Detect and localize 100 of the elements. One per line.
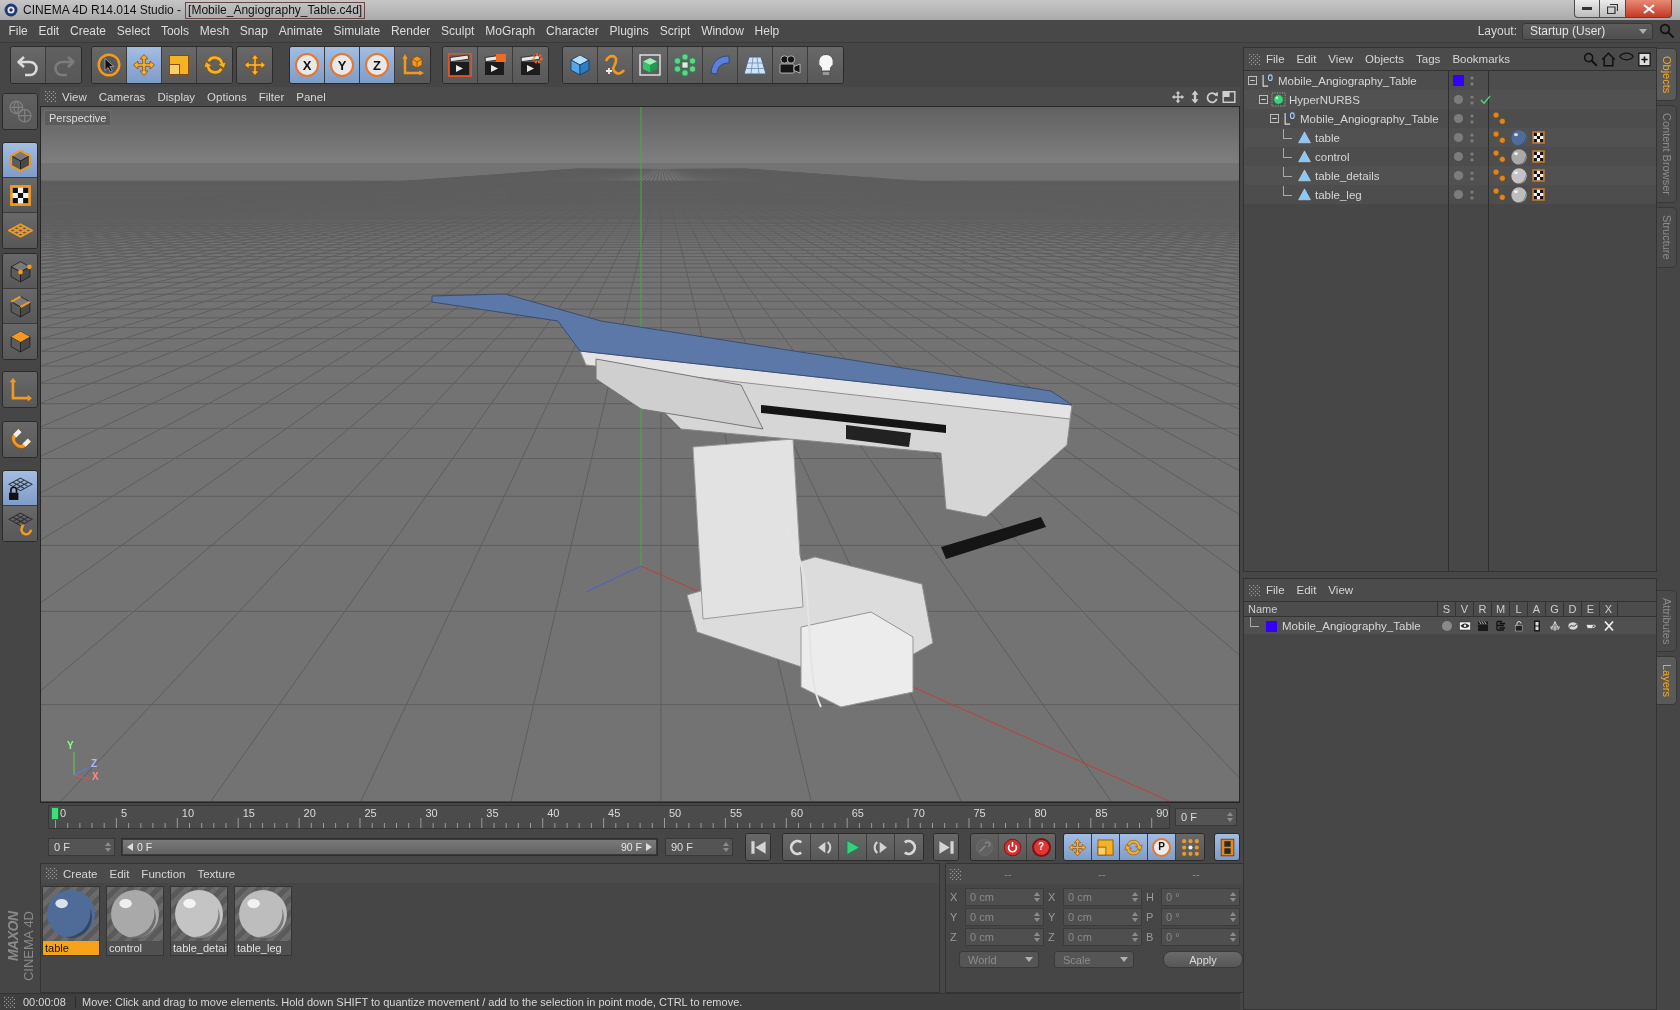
object-axis-button[interactable] xyxy=(3,372,37,407)
undo-button[interactable] xyxy=(11,47,46,83)
viewport-menu-item[interactable]: Display xyxy=(151,90,202,103)
column-header[interactable]: V xyxy=(1456,602,1474,616)
polygons-button[interactable] xyxy=(3,324,37,359)
layout-dropdown[interactable]: Startup (User) xyxy=(1522,22,1653,40)
object-row[interactable]: table xyxy=(1244,128,1656,147)
object-row[interactable]: Mobile_Angiography_Table xyxy=(1244,71,1656,90)
cloner-button[interactable] xyxy=(668,47,703,83)
cube-button[interactable] xyxy=(563,47,598,83)
column-header[interactable]: D xyxy=(1564,602,1582,616)
locked-workplane-button[interactable] xyxy=(3,471,37,506)
pla-button[interactable] xyxy=(1176,834,1204,860)
menu-item[interactable]: Simulate xyxy=(328,23,386,39)
model-button[interactable] xyxy=(3,143,37,178)
column-header[interactable]: X xyxy=(1600,602,1618,616)
viewport-menu-item[interactable]: Options xyxy=(201,90,253,103)
column-header[interactable]: G xyxy=(1546,602,1564,616)
viewport-menu-item[interactable]: Filter xyxy=(252,90,291,103)
side-tab[interactable]: Layers xyxy=(1657,656,1677,706)
camera-name-label[interactable]: Perspective xyxy=(44,110,112,126)
start-frame-field[interactable]: 0 F xyxy=(48,838,115,856)
camera-button[interactable] xyxy=(773,47,808,83)
menu-item[interactable]: Animate xyxy=(273,23,329,39)
object-menu-item[interactable]: Tags xyxy=(1410,53,1447,65)
material-swatch[interactable]: table xyxy=(42,886,100,956)
param-key-button[interactable]: P xyxy=(1148,834,1176,860)
go-end-button[interactable] xyxy=(934,834,958,860)
play-button[interactable] xyxy=(839,834,867,860)
recent-button[interactable] xyxy=(237,47,272,83)
material-swatch[interactable]: table_leg xyxy=(234,886,292,956)
viewport-menu-item[interactable]: Cameras xyxy=(92,90,152,103)
rotate-view-icon[interactable] xyxy=(1205,89,1219,104)
color-swatch-icon[interactable] xyxy=(1266,620,1277,632)
rotate-key-button[interactable] xyxy=(1120,834,1148,860)
light-button[interactable] xyxy=(808,47,843,83)
layer-menu-item[interactable]: Edit xyxy=(1290,584,1323,596)
material-menu-item[interactable]: Edit xyxy=(103,867,136,880)
column-header[interactable]: R xyxy=(1474,602,1492,616)
move-view-icon[interactable] xyxy=(1171,89,1185,104)
coord-system-button[interactable] xyxy=(395,47,430,83)
collapse-box-icon[interactable] xyxy=(1248,76,1257,85)
layer-menu-item[interactable]: View xyxy=(1322,584,1360,596)
move-key-button[interactable] xyxy=(1064,834,1092,860)
viewport-menu-item[interactable]: Panel xyxy=(290,90,332,103)
scale-button[interactable] xyxy=(162,47,197,83)
object-menu-item[interactable]: Bookmarks xyxy=(1446,53,1516,65)
key-help-button[interactable]: ? xyxy=(1027,834,1055,860)
layer-row[interactable]: Mobile_Angiography_Table xyxy=(1244,617,1656,634)
menu-item[interactable]: Mesh xyxy=(194,23,235,39)
object-name[interactable]: table_leg xyxy=(1315,188,1362,201)
floor-button[interactable] xyxy=(738,47,773,83)
menu-item[interactable]: Create xyxy=(64,23,112,39)
axis-button[interactable]: Z xyxy=(360,47,395,83)
go-start-button[interactable] xyxy=(746,834,770,860)
menu-item[interactable]: File xyxy=(3,23,34,39)
menu-item[interactable]: Window xyxy=(695,23,750,39)
playhead-marker[interactable] xyxy=(51,807,59,820)
prev-key-button[interactable] xyxy=(783,834,811,860)
layer-name[interactable]: Mobile_Angiography_Table xyxy=(1282,620,1421,632)
object-name[interactable]: Mobile_Angiography_Table xyxy=(1278,74,1417,87)
texture-button[interactable] xyxy=(3,178,37,213)
material-swatch[interactable]: table_detai xyxy=(170,886,228,956)
timeline-button[interactable] xyxy=(1215,834,1239,860)
close-button[interactable] xyxy=(1626,0,1672,18)
object-name[interactable]: table xyxy=(1315,131,1340,144)
menu-item[interactable]: Select xyxy=(111,23,156,39)
menu-item[interactable]: Sculpt xyxy=(435,23,480,39)
object-name[interactable]: HyperNURBS xyxy=(1289,93,1360,106)
snap-button[interactable] xyxy=(3,422,37,457)
render-settings-button[interactable] xyxy=(513,47,548,83)
column-header[interactable]: A xyxy=(1528,602,1546,616)
restore-button[interactable] xyxy=(1600,0,1626,18)
render-picture-button[interactable] xyxy=(478,47,513,83)
layer-menu-item[interactable]: File xyxy=(1260,584,1291,596)
menu-item[interactable]: Character xyxy=(540,23,605,39)
material-menu-item[interactable]: Texture xyxy=(191,867,242,880)
current-frame-field[interactable]: 0 F xyxy=(1175,808,1237,826)
menu-item[interactable]: Render xyxy=(385,23,436,39)
workplane-snap-button[interactable] xyxy=(3,506,37,541)
collapse-box-icon[interactable] xyxy=(1270,114,1279,123)
move-button[interactable] xyxy=(127,47,162,83)
menu-item[interactable]: Snap xyxy=(234,23,274,39)
render-view-button[interactable] xyxy=(443,47,478,83)
menu-item[interactable]: Help xyxy=(749,23,785,39)
menu-item[interactable]: MoGraph xyxy=(479,23,541,39)
edges-button[interactable] xyxy=(3,289,37,324)
object-row[interactable]: Mobile_Angiography_Table xyxy=(1244,109,1656,128)
spline-pen-button[interactable] xyxy=(598,47,633,83)
range-bar[interactable]: 0 F 90 F xyxy=(123,840,656,854)
side-tab[interactable]: Objects xyxy=(1657,48,1677,102)
material-swatch[interactable]: control xyxy=(106,886,164,956)
panel-layout-icon[interactable] xyxy=(1222,89,1236,104)
color-swatch-icon[interactable] xyxy=(1453,75,1464,86)
object-menu-item[interactable]: Edit xyxy=(1290,53,1323,65)
object-name[interactable]: table_details xyxy=(1315,169,1380,182)
object-row[interactable]: control xyxy=(1244,147,1656,166)
object-menu-item[interactable]: View xyxy=(1322,53,1360,65)
rotate-button[interactable] xyxy=(197,47,232,83)
step-back-button[interactable] xyxy=(811,834,839,860)
